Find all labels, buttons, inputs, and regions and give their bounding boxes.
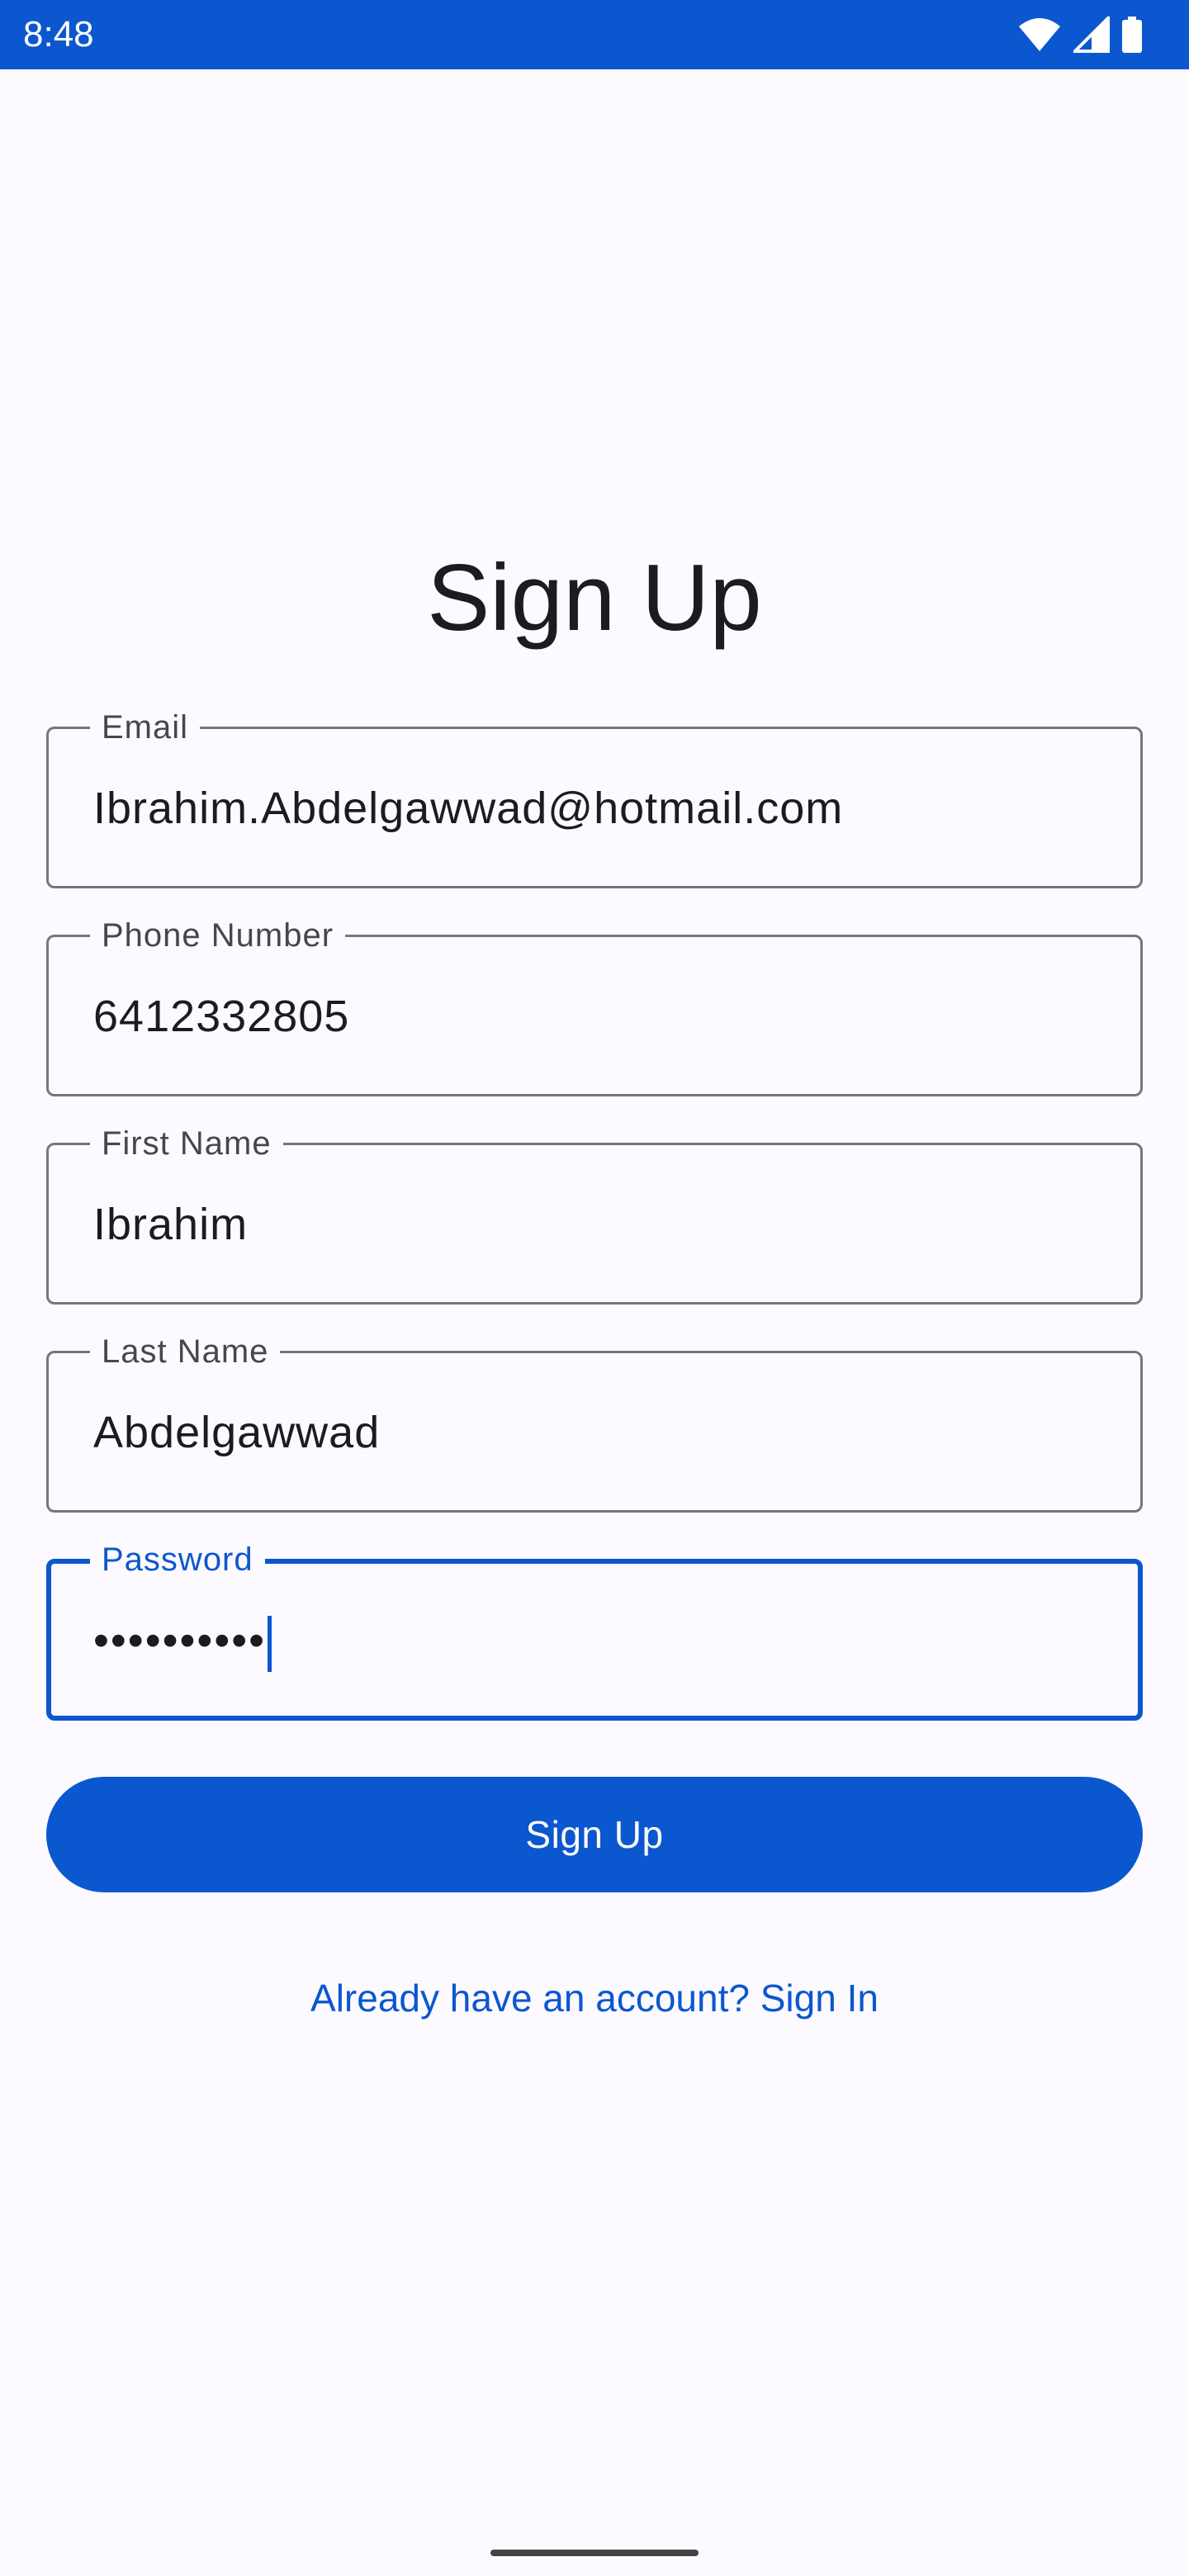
phone-number-label: Phone Number <box>90 916 346 955</box>
text-cursor <box>268 1615 272 1672</box>
cell-signal-icon <box>1073 17 1110 53</box>
first-name-field[interactable]: First Name Ibrahim <box>46 1124 1143 1305</box>
sign-in-link[interactable]: Already have an account? Sign In <box>0 1972 1189 2024</box>
last-name-field[interactable]: Last Name Abdelgawwad <box>46 1332 1143 1513</box>
last-name-value: Abdelgawwad <box>93 1408 381 1457</box>
last-name-label: Last Name <box>90 1332 281 1371</box>
first-name-value: Ibrahim <box>93 1200 249 1249</box>
email-value: Ibrahim.Abdelgawwad@hotmail.com <box>93 784 844 833</box>
email-label: Email <box>90 708 201 747</box>
sign-up-button[interactable]: Sign Up <box>46 1777 1143 1892</box>
status-bar: 8:48 <box>0 0 1189 69</box>
status-time: 8:48 <box>23 14 94 54</box>
password-value: •••••••••• <box>93 1616 267 1665</box>
password-label: Password <box>90 1540 265 1579</box>
phone-number-value: 6412332805 <box>93 992 350 1041</box>
password-value-wrap: •••••••••• <box>93 1611 272 1672</box>
page-title: Sign Up <box>427 546 762 651</box>
home-indicator[interactable] <box>490 2550 699 2556</box>
email-field[interactable]: Email Ibrahim.Abdelgawwad@hotmail.com <box>46 708 1143 888</box>
first-name-label: First Name <box>90 1124 283 1163</box>
password-field[interactable]: Password •••••••••• <box>46 1540 1143 1721</box>
battery-icon <box>1121 17 1143 53</box>
status-icons <box>1017 15 1143 54</box>
phone-number-field[interactable]: Phone Number 6412332805 <box>46 916 1143 1096</box>
wifi-icon <box>1017 17 1062 53</box>
